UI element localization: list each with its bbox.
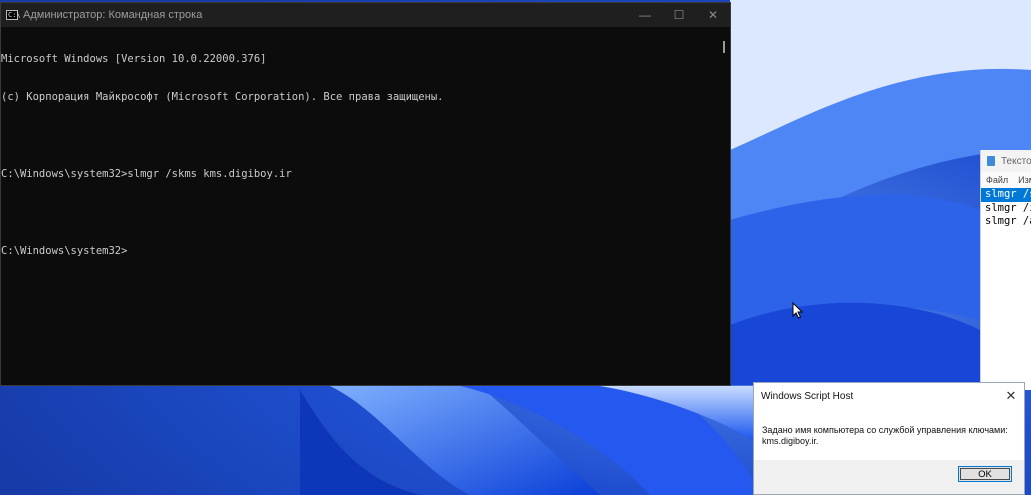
ok-button[interactable]: OK [958, 466, 1012, 482]
minimize-icon[interactable]: — [628, 3, 662, 27]
dialog-message-line: Задано имя компьютера со службой управле… [762, 425, 1008, 435]
menu-edit[interactable]: Изм [1018, 175, 1031, 185]
cmd-window-title: Администратор: Командная строка [23, 9, 203, 21]
dialog-message-line: kms.digiboy.ir. [762, 436, 819, 446]
maximize-icon[interactable]: ☐ [662, 3, 696, 27]
dialog-footer: OK [754, 460, 1024, 494]
dialog-titlebar[interactable]: Windows Script Host ✕ [754, 383, 1024, 409]
notepad-window[interactable]: Тексто Файл Изм slmgr /s slmgr /i slmgr … [980, 150, 1031, 390]
notepad-text-area[interactable]: slmgr /s slmgr /i slmgr /a [981, 188, 1031, 229]
notepad-title: Тексто [1001, 155, 1031, 167]
close-icon[interactable]: ✕ [696, 3, 730, 27]
notepad-titlebar[interactable]: Тексто [981, 150, 1031, 172]
notepad-menubar: Файл Изм [981, 172, 1031, 188]
dialog-title: Windows Script Host [761, 390, 854, 402]
cmd-scrollbar[interactable] [716, 27, 730, 385]
console-prompt: C:\Windows\system32> [1, 244, 128, 257]
text-line: slmgr /a [985, 215, 1031, 227]
scrollbar-thumb[interactable] [723, 41, 725, 53]
cmd-window[interactable]: C:\ Администратор: Командная строка — ☐ … [0, 2, 731, 386]
cmd-console-output[interactable]: Microsoft Windows [Version 10.0.22000.37… [1, 27, 716, 385]
console-line: C:\Windows\system32>slmgr /skms kms.digi… [1, 167, 292, 180]
notepad-icon [987, 156, 995, 166]
window-controls: — ☐ ✕ [628, 3, 730, 27]
script-host-dialog[interactable]: Windows Script Host ✕ Задано имя компьют… [753, 382, 1025, 495]
console-line: (c) Корпорация Майкрософт (Microsoft Cor… [1, 90, 444, 103]
text-line: slmgr /i [985, 201, 1031, 214]
cmd-titlebar[interactable]: C:\ Администратор: Командная строка — ☐ … [1, 3, 730, 27]
text-line-selected: slmgr /s [981, 188, 1031, 202]
menu-file[interactable]: Файл [986, 175, 1008, 185]
console-line: Microsoft Windows [Version 10.0.22000.37… [1, 52, 267, 65]
close-icon[interactable]: ✕ [998, 383, 1024, 409]
cmd-icon: C:\ [6, 10, 21, 20]
mouse-cursor-icon [792, 302, 804, 319]
